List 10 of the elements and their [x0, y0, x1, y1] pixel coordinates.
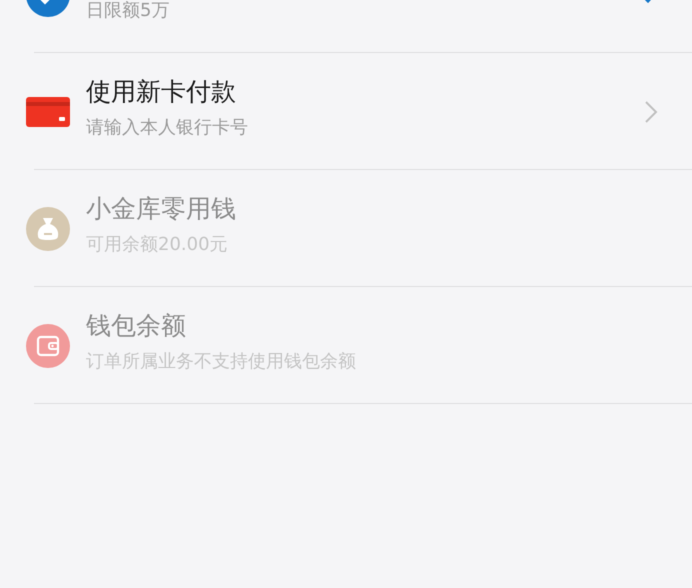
payment-option[interactable]: 使用新卡付款 请输入本人银行卡号 [0, 53, 692, 170]
option-title: 使用新卡付款 [86, 76, 237, 108]
option-title: 钱包余额 [86, 310, 187, 342]
payment-option[interactable]: 日限额5万 [0, 0, 692, 53]
money-bag-icon [26, 206, 70, 250]
option-title: 小金库零用钱 [86, 193, 237, 225]
chevron-right-icon [644, 100, 658, 124]
option-subtitle: 请输入本人银行卡号 [86, 116, 249, 139]
option-subtitle: 日限额5万 [86, 0, 170, 22]
wallet-icon [26, 324, 70, 368]
